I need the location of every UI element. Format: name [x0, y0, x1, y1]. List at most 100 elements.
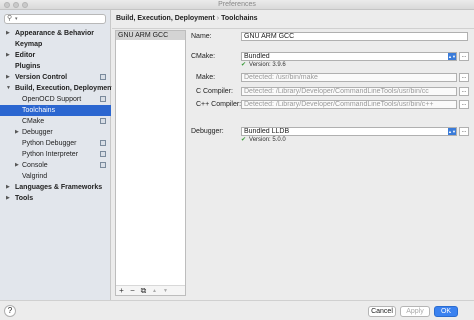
debugger-label: Debugger: [191, 128, 224, 135]
chevron-right-icon[interactable]: ▶ [6, 182, 10, 193]
settings-tree: ▶ Appearance & Behavior Keymap ▶ Editor … [0, 28, 114, 204]
toolchain-list-toolbar: + − ⧉ ▲ ▼ [116, 285, 185, 295]
sidebar-item-python-interpreter[interactable]: Python Interpreter [0, 149, 111, 160]
zoom-window-button[interactable] [22, 2, 28, 8]
cmake-version: ✔ Version: 3.9.6 [241, 61, 286, 69]
sidebar-item-label: Debugger [22, 129, 53, 136]
sidebar-item-label: Tools [15, 195, 34, 202]
sidebar-item-languages-frameworks[interactable]: ▶ Languages & Frameworks [0, 182, 111, 193]
sidebar-item-build-execution-deployment[interactable]: ▼ Build, Execution, Deployment [0, 83, 114, 94]
name-label: Name: [191, 33, 212, 40]
sidebar-item-appearance[interactable]: ▶ Appearance & Behavior [0, 28, 111, 39]
sidebar-item-label: Toolchains [22, 107, 56, 114]
apply-button[interactable]: Apply [400, 306, 430, 317]
checkmark-icon: ✔ [241, 62, 247, 68]
chevron-right-icon[interactable]: ▶ [6, 193, 10, 204]
cancel-button[interactable]: Cancel [368, 306, 396, 317]
toolchain-list-item[interactable]: GNU ARM GCC [116, 31, 185, 40]
project-scope-icon [100, 74, 106, 80]
chevron-right-icon[interactable]: ▶ [6, 28, 10, 39]
sidebar-item-label: Python Interpreter [22, 151, 79, 158]
close-window-button[interactable] [4, 2, 10, 8]
settings-sidebar: ⚲ ▾ ▶ Appearance & Behavior Keymap ▶ Edi… [0, 10, 114, 300]
header-divider [112, 28, 474, 29]
help-button[interactable]: ? [4, 305, 16, 317]
c-compiler-label: C Compiler: [196, 88, 233, 95]
project-scope-icon [100, 162, 106, 168]
c-compiler-browse-button[interactable]: ... [459, 87, 469, 96]
c-compiler-field[interactable]: Detected: /Library/Developer/CommandLine… [241, 87, 457, 96]
project-scope-icon [100, 140, 106, 146]
cpp-compiler-label: C++ Compiler: [196, 101, 242, 108]
cmake-label: CMake: [191, 53, 216, 60]
cmake-browse-button[interactable]: ... [459, 52, 469, 61]
sidebar-item-label: Version Control [15, 74, 68, 81]
cmake-select-value: Bundled [244, 53, 270, 60]
breadcrumb-current: Toolchains [221, 15, 258, 22]
sidebar-item-label: Build, Execution, Deployment [15, 85, 114, 92]
sidebar-item-plugins[interactable]: Plugins [0, 61, 111, 72]
toolchain-list: GNU ARM GCC + − ⧉ ▲ ▼ [115, 30, 186, 296]
name-field[interactable]: GNU ARM GCC [241, 32, 468, 41]
sidebar-item-label: Console [22, 162, 48, 169]
sidebar-item-label: Keymap [15, 41, 43, 48]
breadcrumb-parent: Build, Execution, Deployment [116, 15, 215, 22]
project-scope-icon [100, 96, 106, 102]
sidebar-item-label: CMake [22, 118, 45, 125]
make-field[interactable]: Detected: /usr/bin/make [241, 73, 457, 82]
minimize-window-button[interactable] [13, 2, 19, 8]
window-title: Preferences [218, 1, 256, 8]
checkmark-icon: ✔ [241, 137, 247, 143]
cpp-compiler-browse-button[interactable]: ... [459, 100, 469, 109]
sidebar-item-label: Python Debugger [22, 140, 77, 147]
add-icon[interactable]: + [116, 286, 127, 296]
sidebar-item-keymap[interactable]: Keymap [0, 39, 111, 50]
sidebar-item-label: Editor [15, 52, 36, 59]
sidebar-item-label: Plugins [15, 63, 41, 70]
cmake-version-text: Version: 3.9.6 [249, 62, 286, 68]
sidebar-item-toolchains[interactable]: Toolchains [0, 105, 111, 116]
sidebar-item-openocd-support[interactable]: OpenOCD Support [0, 94, 111, 105]
remove-icon[interactable]: − [127, 286, 138, 296]
debugger-select[interactable]: Bundled LLDB ▲▼ [241, 127, 457, 136]
chevron-down-icon[interactable]: ▼ [6, 83, 11, 94]
chevron-down-icon: ▲▼ [448, 53, 456, 60]
search-icon: ⚲ [7, 15, 13, 22]
chevron-down-icon[interactable]: ▾ [15, 15, 18, 23]
move-up-icon[interactable]: ▲ [149, 286, 160, 296]
search-box[interactable]: ⚲ ▾ [4, 14, 106, 24]
copy-icon[interactable]: ⧉ [138, 286, 149, 296]
sidebar-item-tools[interactable]: ▶ Tools [0, 193, 111, 204]
make-label: Make: [196, 74, 216, 81]
project-scope-icon [100, 151, 106, 157]
title-bar: Preferences [0, 0, 474, 10]
debugger-browse-button[interactable]: ... [459, 127, 469, 136]
sidebar-item-console[interactable]: ▶ Console [0, 160, 111, 171]
chevron-right-icon[interactable]: ▶ [15, 160, 19, 171]
breadcrumb-separator: › [216, 15, 220, 22]
sidebar-item-label: Valgrind [22, 173, 48, 180]
sidebar-item-cmake[interactable]: CMake [0, 116, 111, 127]
chevron-down-icon: ▲▼ [448, 128, 456, 135]
cmake-select[interactable]: Bundled ▲▼ [241, 52, 457, 61]
sidebar-item-valgrind[interactable]: Valgrind [0, 171, 111, 182]
dialog-footer: ? Cancel Apply OK [0, 300, 474, 320]
make-browse-button[interactable]: ... [459, 73, 469, 82]
ok-button[interactable]: OK [434, 306, 458, 317]
sidebar-item-debugger[interactable]: ▶ Debugger [0, 127, 111, 138]
breadcrumb: Build, Execution, Deployment › Toolchains [116, 14, 258, 24]
chevron-right-icon[interactable]: ▶ [15, 127, 19, 138]
chevron-right-icon[interactable]: ▶ [6, 50, 10, 61]
sidebar-item-python-debugger[interactable]: Python Debugger [0, 138, 111, 149]
sidebar-item-label: Appearance & Behavior [15, 30, 94, 37]
sidebar-item-version-control[interactable]: ▶ Version Control [0, 72, 111, 83]
move-down-icon[interactable]: ▼ [160, 286, 171, 296]
sidebar-item-label: OpenOCD Support [22, 96, 82, 103]
cpp-compiler-field[interactable]: Detected: /Library/Developer/CommandLine… [241, 100, 457, 109]
debugger-select-value: Bundled LLDB [244, 128, 290, 135]
debugger-version-text: Version: 5.0.0 [249, 137, 286, 143]
sidebar-item-editor[interactable]: ▶ Editor [0, 50, 111, 61]
project-scope-icon [100, 118, 106, 124]
search-input[interactable] [21, 15, 103, 23]
chevron-right-icon[interactable]: ▶ [6, 72, 10, 83]
